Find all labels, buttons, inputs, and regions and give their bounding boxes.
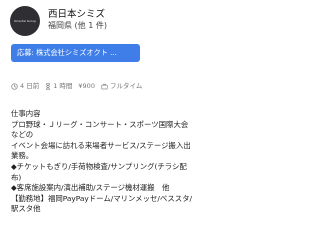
job-location: 福岡県 (他 1 件) [48, 21, 107, 30]
duration-text: 1 時間 [53, 82, 73, 90]
description-line: などの [11, 130, 34, 140]
description-line: 駅スタ他 [11, 204, 41, 214]
hourglass-icon [46, 82, 51, 90]
company-block: 西日本シミズ 福岡県 (他 1 件) [48, 9, 107, 31]
job-detail-card: Oriental Group 西日本シミズ 福岡県 (他 1 件) 応募: 株式… [0, 0, 200, 230]
employment-meta: フルタイム [101, 82, 142, 90]
pay-text: ¥900 [78, 82, 95, 90]
job-description: 仕事内容 プロ野球・Ｊリーグ・コンサート・スポーツ国際大会 などの イベント会場… [11, 109, 197, 215]
duration-meta: 1 時間 [45, 82, 72, 90]
job-header: Oriental Group 西日本シミズ 福岡県 (他 1 件) [10, 6, 107, 36]
description-line: ◆チケットもぎり/手荷物検査/サンプリング(チラシ配 [11, 161, 187, 171]
briefcase-icon [101, 83, 108, 89]
company-logo-text: Oriental Group [13, 18, 37, 23]
description-line: 業務。 [11, 151, 34, 161]
description-title: 仕事内容 [11, 109, 41, 118]
posted-text: 4 日前 [20, 82, 40, 90]
description-line: イベント会場に訪れる来場者サービス/ステージ搬入出 [11, 140, 191, 150]
description-line: プロ野球・Ｊリーグ・コンサート・スポーツ国際大会 [11, 119, 189, 129]
apply-button[interactable]: 応募: 株式会社シミズオクト ... [11, 44, 140, 62]
posted-meta: 4 日前 [11, 82, 39, 90]
pay-meta: ¥900 [78, 82, 95, 90]
employment-text: フルタイム [109, 82, 143, 90]
clock-icon [11, 82, 18, 90]
description-line: 【勤務地】福岡PayPayドーム/マリンメッセ/ベススタ/ [11, 193, 193, 203]
job-meta-row: 4 日前 1 時間 ¥900 フルタイム [11, 82, 148, 90]
description-line: 布) [11, 172, 22, 182]
company-logo: Oriental Group [10, 6, 40, 36]
company-name: 西日本シミズ [48, 9, 106, 20]
description-line: ◆客席施設案内/演出補助/ステージ機材運搬 他 [11, 183, 170, 193]
